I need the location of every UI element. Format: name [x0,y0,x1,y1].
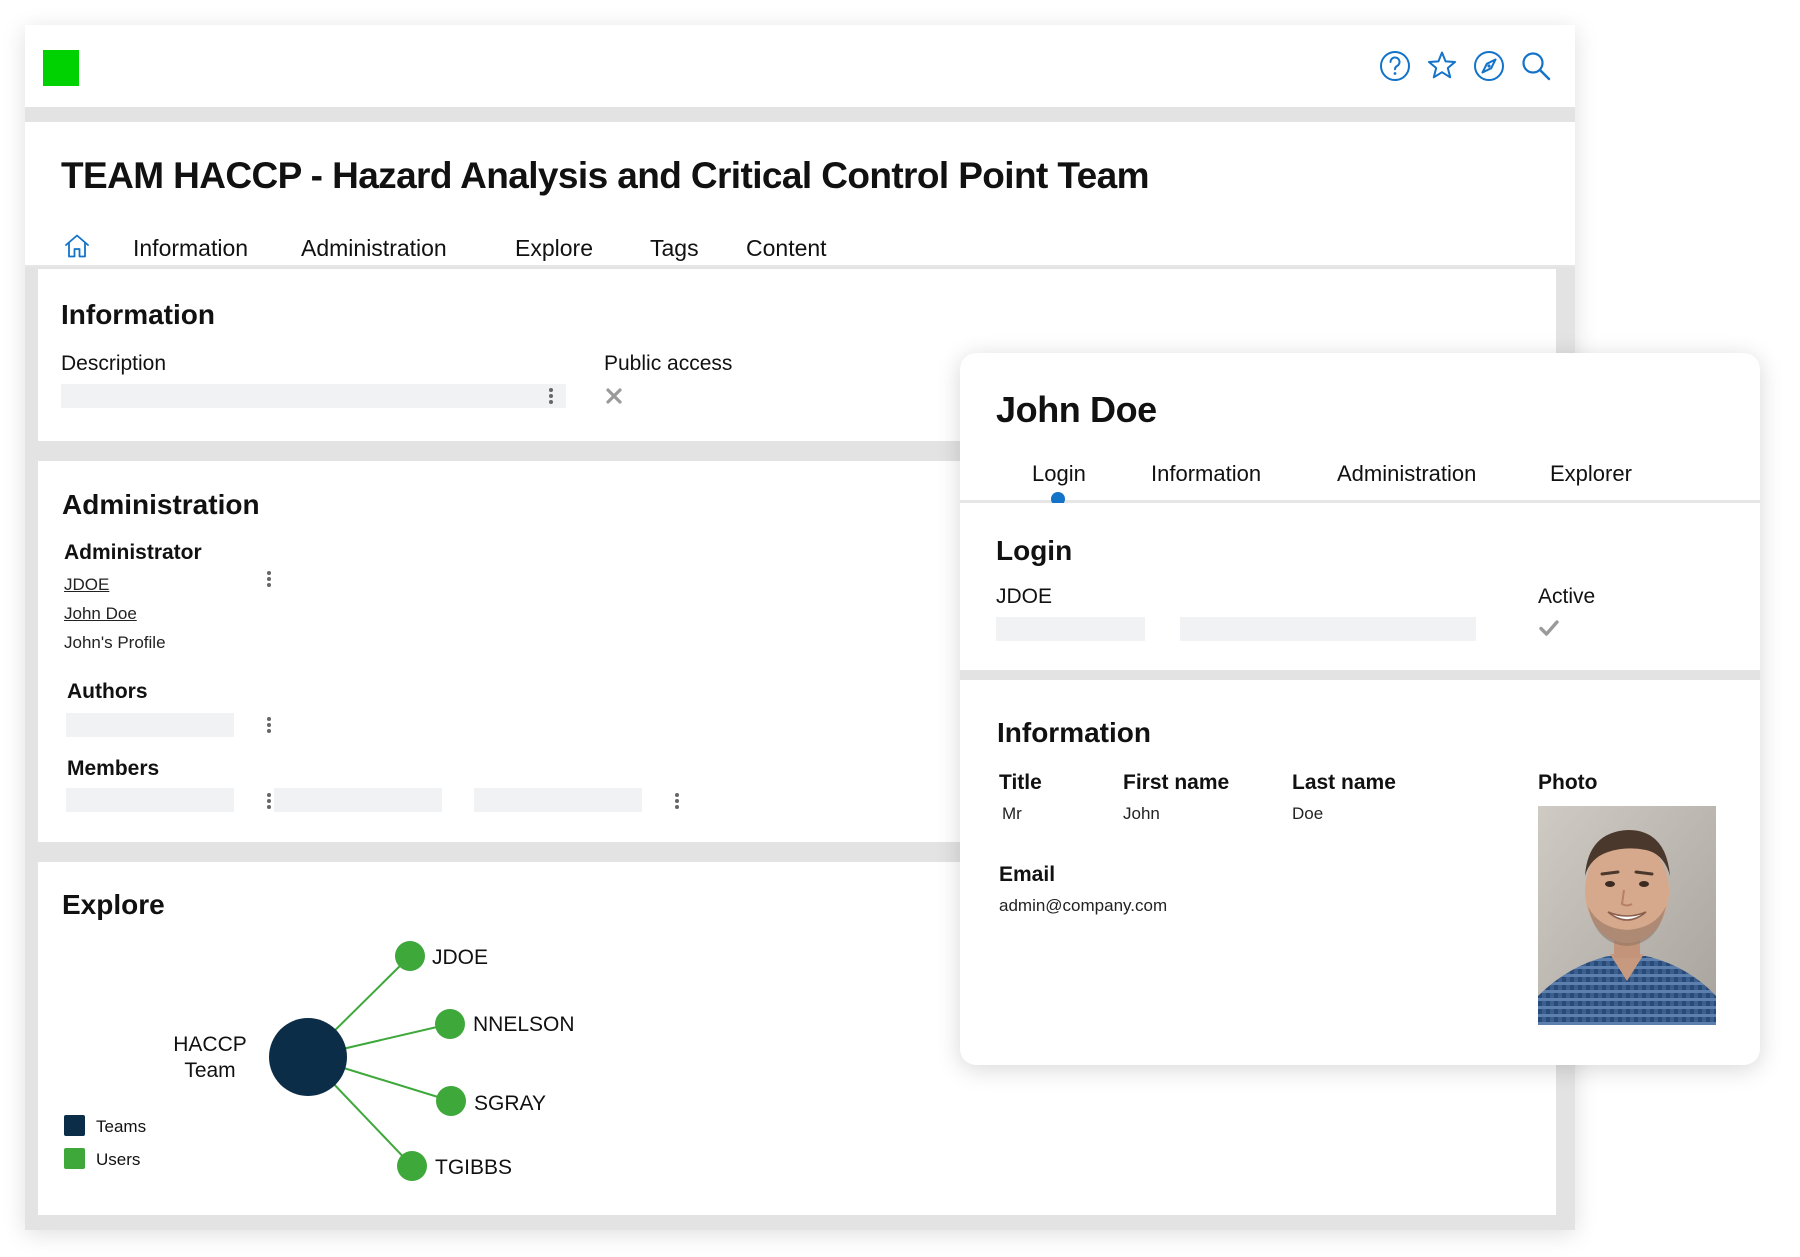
user-node-label: JDOE [432,946,488,969]
section-heading: Information [61,299,215,330]
login-section: Login JDOE Active [960,503,1760,670]
authors-menu-icon[interactable] [266,715,272,735]
login-field[interactable] [996,617,1145,641]
active-label: Active [1538,585,1596,608]
user-node-label: SGRAY [474,1092,546,1115]
cross-icon [606,388,622,404]
top-bar [25,25,1575,107]
description-field[interactable] [61,384,566,408]
authors-field[interactable] [66,713,234,737]
member-menu-icon[interactable] [266,791,272,811]
legend-label-users: Users [96,1150,140,1169]
star-icon[interactable] [1425,49,1459,83]
user-node-label: NNELSON [473,1013,575,1036]
tab-tags[interactable]: Tags [650,235,699,262]
user-node-label: TGIBBS [435,1156,512,1179]
section-heading: Information [997,717,1151,748]
user-tab-administration[interactable]: Administration [1337,461,1476,487]
user-photo[interactable] [1538,806,1716,1025]
user-tab-explorer[interactable]: Explorer [1550,461,1632,487]
member-field[interactable] [66,788,234,812]
user-tab-information[interactable]: Information [1151,461,1261,487]
last-name-label: Last name [1292,771,1396,794]
last-name-value: Doe [1292,804,1324,823]
user-node[interactable] [395,941,425,971]
admin-login-link[interactable]: JDOE [64,575,109,595]
section-heading: Login [996,535,1073,566]
page-title: TEAM HACCP - Hazard Analysis and Critica… [61,155,1149,196]
user-node[interactable] [397,1151,427,1181]
home-icon[interactable] [63,232,91,260]
password-field[interactable] [1180,617,1476,641]
legend-swatch-users [64,1148,85,1169]
member-field[interactable] [474,788,642,812]
tab-administration[interactable]: Administration [301,235,447,262]
help-icon[interactable] [1378,49,1412,83]
description-menu-icon[interactable] [548,386,554,406]
legend-swatch-teams [64,1115,85,1136]
first-name-label: First name [1123,771,1230,794]
login-value: JDOE [996,585,1053,608]
app-logo[interactable] [43,50,79,86]
admin-profile-text: John's Profile [64,633,166,652]
user-tab-login[interactable]: Login [1032,461,1086,487]
title-label: Title [999,771,1042,794]
user-header: John Doe Login Information Administratio… [960,353,1760,501]
compass-icon[interactable] [1472,49,1506,83]
legend-label-teams: Teams [96,1117,146,1136]
top-toolbar [1378,49,1553,83]
team-node-label: Team [184,1059,235,1082]
title-value: Mr [1002,804,1022,823]
public-access-label: Public access [604,352,733,375]
check-icon [1539,620,1559,636]
description-label: Description [61,352,167,375]
admin-name-link[interactable]: John Doe [64,604,137,624]
team-node[interactable] [269,1018,347,1096]
first-name-value: John [1123,804,1160,823]
section-heading: Administration [62,489,260,520]
tab-content[interactable]: Content [746,235,827,262]
members-label: Members [67,757,160,780]
email-value: admin@company.com [999,896,1168,915]
user-node[interactable] [435,1009,465,1039]
tab-explore[interactable]: Explore [515,235,593,262]
administrator-label: Administrator [64,541,202,564]
tab-information[interactable]: Information [133,235,248,262]
user-profile-card: John Doe Login Information Administratio… [960,353,1760,1065]
user-information-section: Information Title Mr First name John Las… [960,680,1760,1065]
photo-label: Photo [1538,771,1598,794]
relationship-graph: HACCP Team JDOE NNELSON SGRAY TGIBBS Tea… [64,941,575,1181]
search-icon[interactable] [1519,49,1553,83]
administrator-menu-icon[interactable] [266,569,272,589]
member-field[interactable] [274,788,442,812]
email-label: Email [999,863,1056,886]
team-header: TEAM HACCP - Hazard Analysis and Critica… [25,122,1575,300]
member-menu-icon[interactable] [674,791,680,811]
team-node-label: HACCP [173,1033,247,1056]
user-node[interactable] [436,1086,466,1116]
user-name: John Doe [996,389,1157,430]
authors-label: Authors [67,680,148,703]
